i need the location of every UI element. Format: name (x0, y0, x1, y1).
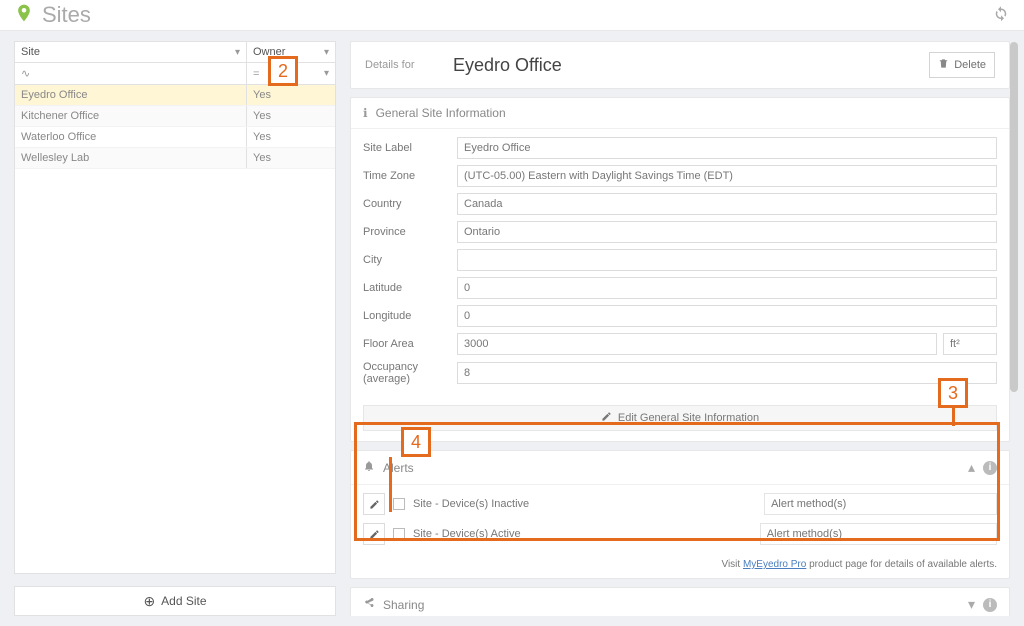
info-icon: ℹ (363, 106, 368, 120)
field-label: City (363, 254, 457, 266)
field-label: Longitude (363, 310, 457, 322)
field-label: Occupancy (average) (363, 361, 457, 385)
details-header: Details for Eyedro Office Delete (350, 41, 1010, 89)
scrollbar-thumb[interactable] (1010, 42, 1018, 392)
collapse-icon[interactable]: ▴ (968, 459, 975, 476)
field-label: Floor Area (363, 338, 457, 350)
table-row[interactable]: Kitchener OfficeYes (15, 106, 335, 127)
timezone-input[interactable] (457, 165, 997, 187)
site-label-input[interactable] (457, 137, 997, 159)
general-info-section: ℹ General Site Information Site Label Ti… (350, 97, 1010, 442)
sort-caret-icon[interactable]: ▾ (318, 47, 329, 58)
country-input[interactable] (457, 193, 997, 215)
cell-owner: Yes (247, 85, 335, 105)
plus-icon: ⊕ (143, 593, 155, 610)
sharing-section: Sharing ▾ i (350, 587, 1010, 616)
column-header-label: Owner (253, 46, 285, 58)
edit-alert-button[interactable] (363, 523, 385, 545)
field-label: Latitude (363, 282, 457, 294)
floor-area-input[interactable] (457, 333, 937, 355)
details-title: Eyedro Office (453, 55, 562, 76)
alert-checkbox[interactable] (393, 498, 405, 510)
filter-site[interactable]: ∿ (15, 63, 247, 84)
page-title: Sites (42, 2, 91, 28)
filter-caret-icon[interactable]: ▾ (318, 68, 329, 79)
column-header-owner[interactable]: Owner ▾ (247, 42, 335, 62)
location-pin-icon (14, 3, 34, 27)
cell-site: Waterloo Office (15, 127, 247, 147)
occupancy-input[interactable] (457, 362, 997, 384)
scrollbar[interactable] (1010, 42, 1020, 622)
filter-glyph: = (253, 68, 318, 80)
edit-general-button[interactable]: Edit General Site Information (363, 405, 997, 431)
section-title: General Site Information (376, 106, 506, 120)
filter-owner[interactable]: = ▾ (247, 63, 335, 84)
alerts-note-prefix: Visit (721, 559, 743, 570)
sites-table: Site ▾ Owner ▾ ∿ = ▾ (14, 41, 336, 574)
section-title: Alerts (383, 461, 414, 475)
table-row[interactable]: Waterloo OfficeYes (15, 127, 335, 148)
refresh-icon[interactable] (992, 4, 1010, 27)
expand-icon[interactable]: ▾ (968, 596, 975, 613)
field-label: Province (363, 226, 457, 238)
share-icon (363, 597, 375, 612)
details-for-label: Details for (365, 59, 453, 71)
cell-owner: Yes (247, 127, 335, 147)
add-site-button[interactable]: ⊕ Add Site (14, 586, 336, 616)
edit-alert-button[interactable] (363, 493, 385, 515)
alert-label: Site - Device(s) Active (413, 528, 521, 540)
column-header-label: Site (21, 46, 40, 58)
bell-icon (363, 460, 375, 475)
delete-label: Delete (954, 59, 986, 71)
longitude-input[interactable] (457, 305, 997, 327)
alert-label: Site - Device(s) Inactive (413, 498, 529, 510)
cell-site: Eyedro Office (15, 85, 247, 105)
table-row[interactable]: Eyedro OfficeYes (15, 85, 335, 106)
edit-general-label: Edit General Site Information (618, 412, 759, 424)
info-icon[interactable]: i (983, 598, 997, 612)
field-label: Site Label (363, 142, 457, 154)
sort-caret-icon[interactable]: ▾ (229, 47, 240, 58)
edit-icon (601, 411, 612, 425)
table-row[interactable]: Wellesley LabYes (15, 148, 335, 169)
province-input[interactable] (457, 221, 997, 243)
column-header-site[interactable]: Site ▾ (15, 42, 247, 62)
alert-method-input[interactable] (764, 493, 997, 515)
field-label: Time Zone (363, 170, 457, 182)
city-input[interactable] (457, 249, 997, 271)
alerts-note-suffix: product page for details of available al… (806, 559, 997, 570)
filter-glyph: ∿ (21, 67, 240, 80)
myeyedro-pro-link[interactable]: MyEyedro Pro (743, 559, 806, 570)
alert-method-input[interactable] (760, 523, 997, 545)
alerts-section: Alerts ▴ i Site - Device(s) Inactive Site… (350, 450, 1010, 579)
alert-checkbox[interactable] (393, 528, 405, 540)
cell-owner: Yes (247, 148, 335, 168)
alert-row: Site - Device(s) Inactive (363, 493, 997, 515)
cell-site: Kitchener Office (15, 106, 247, 126)
cell-owner: Yes (247, 106, 335, 126)
cell-site: Wellesley Lab (15, 148, 247, 168)
alert-row: Site - Device(s) Active (363, 523, 997, 545)
floor-area-unit[interactable] (943, 333, 997, 355)
add-site-label: Add Site (161, 594, 206, 608)
trash-icon (938, 58, 949, 72)
delete-button[interactable]: Delete (929, 52, 995, 78)
section-title: Sharing (383, 598, 424, 612)
info-icon[interactable]: i (983, 461, 997, 475)
latitude-input[interactable] (457, 277, 997, 299)
field-label: Country (363, 198, 457, 210)
